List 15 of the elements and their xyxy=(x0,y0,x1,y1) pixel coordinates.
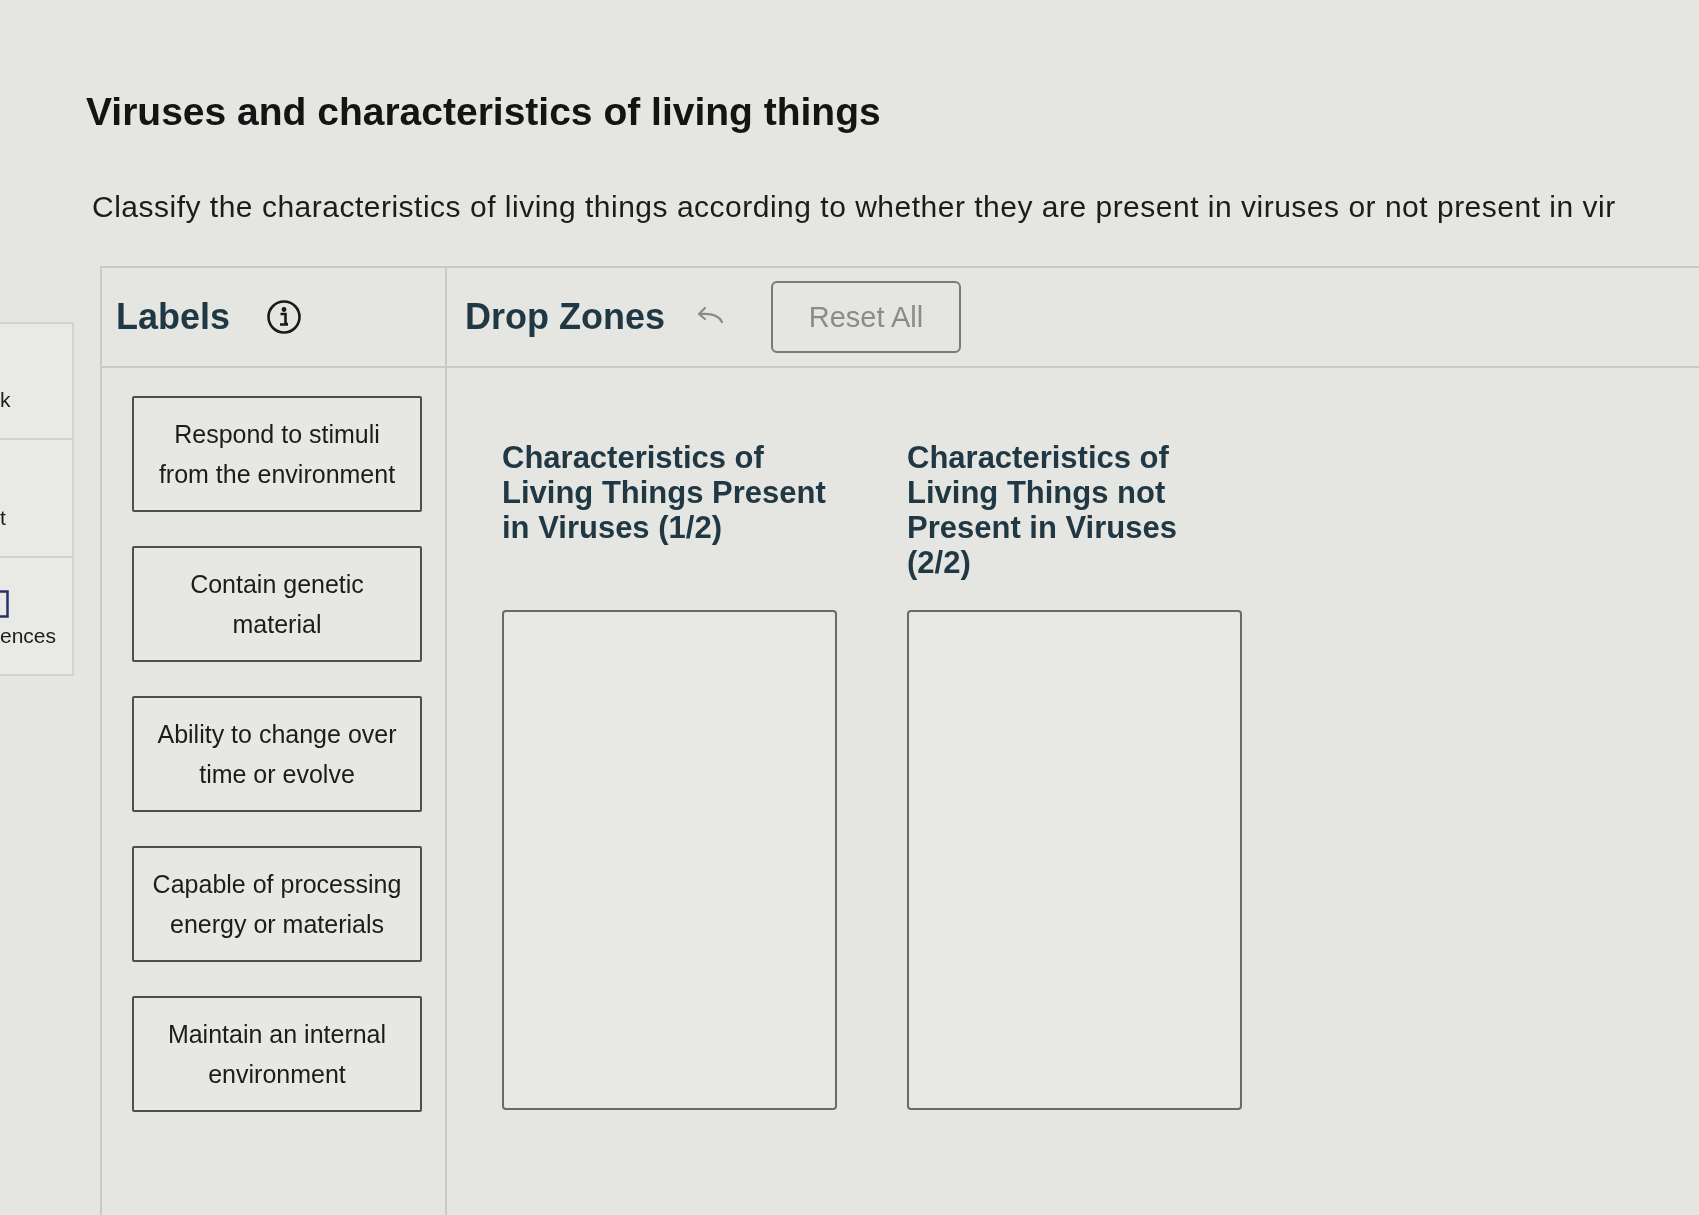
label-card[interactable]: Ability to change over time or evolve xyxy=(132,696,422,812)
sidebar-item[interactable]: t xyxy=(0,440,74,558)
sidebar-item[interactable]: k xyxy=(0,322,74,440)
label-card[interactable]: Contain genetic material xyxy=(132,546,422,662)
zone-heading: Characteristics of Living Things not Present in Viruses (2/2) xyxy=(907,440,1178,582)
page-title: Viruses and characteristics of living things xyxy=(86,89,881,135)
label-card[interactable]: Maintain an internal environment xyxy=(132,996,422,1112)
label-card[interactable]: Respond to stimuli from the environment xyxy=(132,396,422,512)
labels-heading: Labels xyxy=(116,296,231,338)
zone-heading: Characteristics of Living Things Present in Viruses (1/2) xyxy=(502,440,827,547)
drop-zones-heading: Drop Zones xyxy=(465,296,665,338)
sidebar-item[interactable]: ences xyxy=(0,558,74,676)
instruction-text: Classify the characteristics of living things according to whether they are present in viruses or not present in vir xyxy=(92,189,1616,225)
label-card[interactable]: Capable of processing energy or materials xyxy=(132,846,422,962)
info-icon[interactable] xyxy=(266,299,303,335)
